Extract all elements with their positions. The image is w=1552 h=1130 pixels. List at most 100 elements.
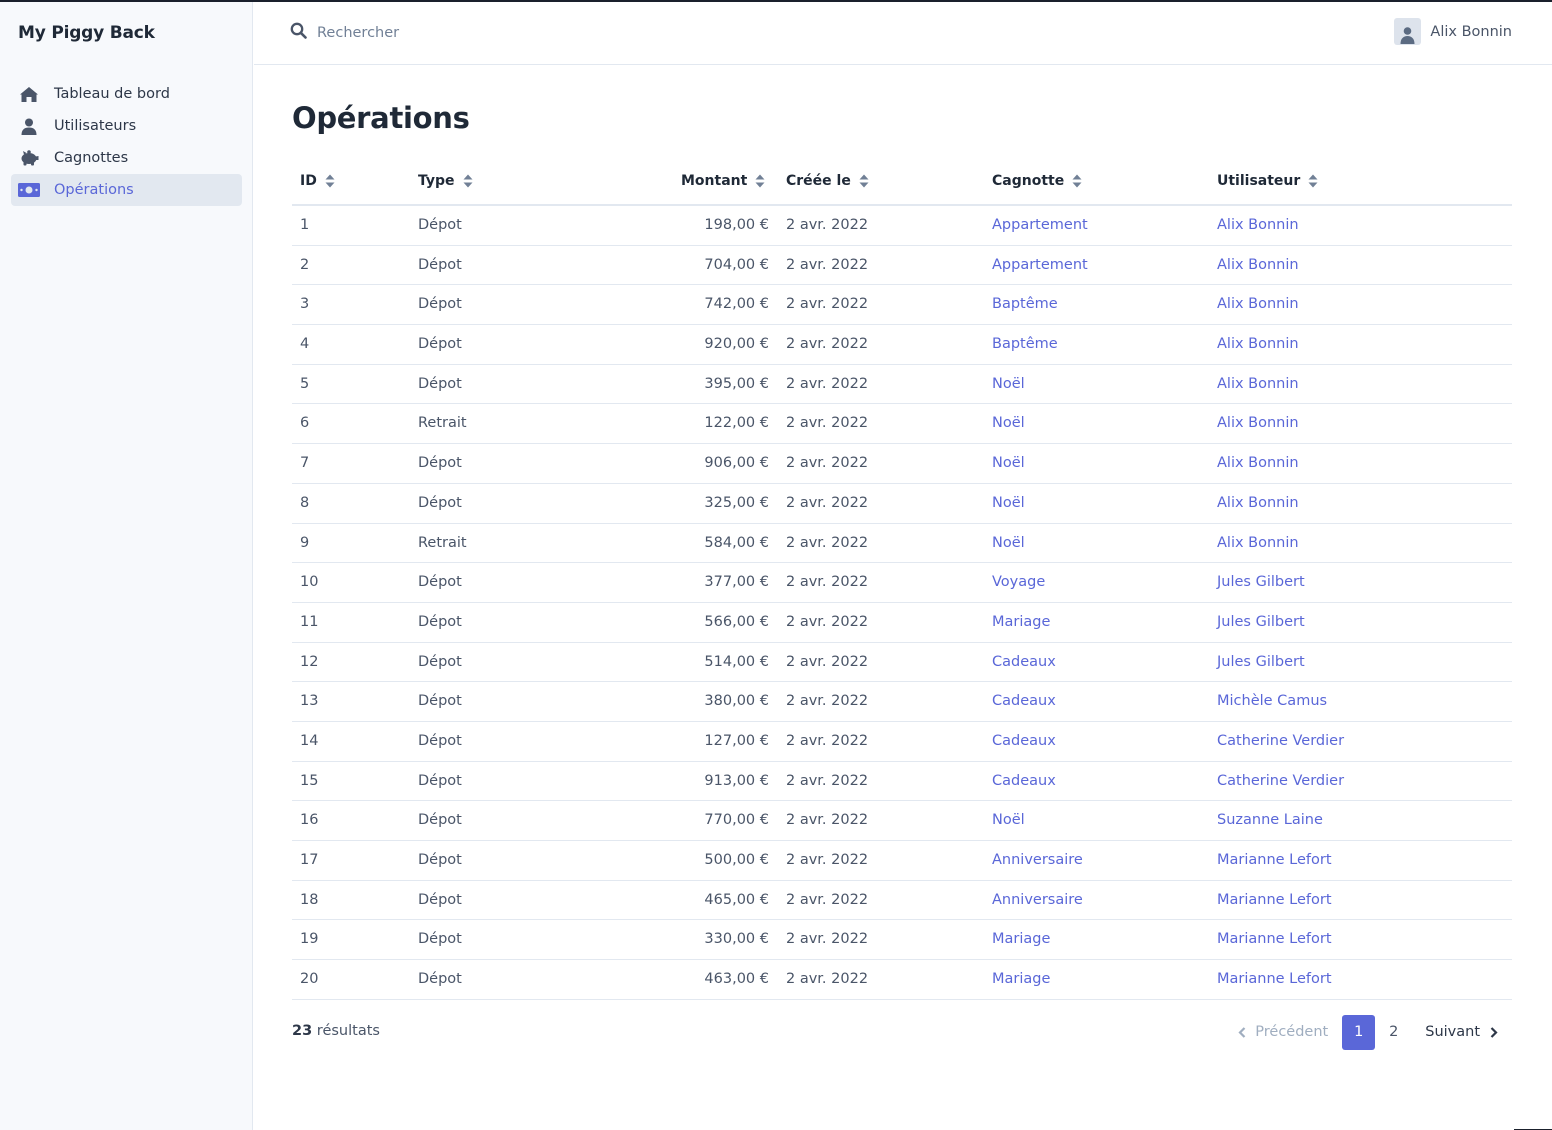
cagnotte-link[interactable]: Anniversaire bbox=[992, 852, 1083, 868]
cagnotte-link[interactable]: Noël bbox=[992, 376, 1025, 392]
previous-page-button[interactable]: Précédent bbox=[1238, 1024, 1328, 1040]
cell-created: 2 avr. 2022 bbox=[786, 217, 869, 233]
cell-type: Dépot bbox=[418, 971, 462, 988]
cell-created: 2 avr. 2022 bbox=[786, 574, 869, 591]
user-link[interactable]: Alix Bonnin bbox=[1217, 257, 1299, 273]
user-link[interactable]: Catherine Verdier bbox=[1217, 733, 1344, 749]
cell-created: 2 avr. 2022 bbox=[786, 931, 869, 948]
sidebar-item-users[interactable]: Utilisateurs bbox=[11, 110, 242, 142]
user-name: Alix Bonnin bbox=[1430, 23, 1512, 40]
table-row: 14 Dépot 127,00 € 2 avr. 2022 Cadeaux Catheri… bbox=[292, 722, 1512, 762]
user-link[interactable]: Suzanne Laine bbox=[1217, 812, 1323, 828]
cagnotte-link[interactable]: Appartement bbox=[992, 257, 1088, 273]
user-link[interactable]: Alix Bonnin bbox=[1217, 217, 1299, 233]
cagnotte-link[interactable]: Noël bbox=[992, 415, 1025, 431]
table-row: 12 Dépot 514,00 € 2 avr. 2022 Cadeaux Jules G… bbox=[292, 643, 1512, 683]
column-header-cagnotte[interactable]: Cagnotte bbox=[992, 173, 1082, 189]
table-row: 2 Dépot 704,00 € 2 avr. 2022 Appartement Alix… bbox=[292, 246, 1512, 286]
user-link[interactable]: Alix Bonnin bbox=[1217, 415, 1299, 431]
user-link[interactable]: Alix Bonnin bbox=[1217, 535, 1299, 551]
cagnotte-link[interactable]: Appartement bbox=[992, 217, 1088, 233]
column-header-id[interactable]: ID bbox=[300, 173, 335, 189]
cagnotte-link[interactable]: Cadeaux bbox=[992, 693, 1056, 709]
user-link[interactable]: Marianne Lefort bbox=[1217, 971, 1332, 987]
cell-type: Dépot bbox=[418, 852, 462, 868]
cagnotte-link[interactable]: Cadeaux bbox=[992, 654, 1056, 670]
column-header-created[interactable]: Créée le bbox=[786, 173, 869, 189]
cagnotte-link[interactable]: Mariage bbox=[992, 614, 1050, 630]
sidebar-item-label: Cagnottes bbox=[54, 150, 129, 166]
cell-type: Dépot bbox=[418, 256, 462, 273]
column-header-amount[interactable]: Montant bbox=[681, 173, 765, 189]
cagnotte-link[interactable]: Cadeaux bbox=[992, 733, 1056, 749]
user-menu[interactable]: Alix Bonnin bbox=[1394, 18, 1512, 45]
cell-id: 7 bbox=[300, 455, 310, 472]
search-icon[interactable] bbox=[290, 22, 307, 43]
user-link[interactable]: Jules Gilbert bbox=[1217, 614, 1305, 630]
cagnotte-link[interactable]: Baptême bbox=[992, 336, 1058, 352]
table-row: 15 Dépot 913,00 € 2 avr. 2022 Cadeaux Catheri… bbox=[292, 762, 1512, 802]
user-link[interactable]: Catherine Verdier bbox=[1217, 773, 1344, 789]
piggy-bank-icon bbox=[11, 150, 54, 166]
column-header-type[interactable]: Type bbox=[418, 173, 473, 189]
user-link[interactable]: Marianne Lefort bbox=[1217, 892, 1332, 908]
sort-icon bbox=[1308, 174, 1318, 188]
cell-id: 11 bbox=[300, 613, 319, 630]
column-header-label: Utilisateur bbox=[1217, 173, 1301, 189]
cagnotte-link[interactable]: Mariage bbox=[992, 971, 1050, 987]
cell-created: 2 avr. 2022 bbox=[786, 891, 869, 908]
cell-type: Dépot bbox=[418, 732, 462, 749]
sidebar-item-dashboard[interactable]: Tableau de bord bbox=[11, 78, 242, 110]
app-brand[interactable]: My Piggy Back bbox=[18, 23, 155, 43]
user-link[interactable]: Jules Gilbert bbox=[1217, 654, 1305, 670]
user-link[interactable]: Marianne Lefort bbox=[1217, 852, 1332, 868]
user-link[interactable]: Jules Gilbert bbox=[1217, 574, 1305, 590]
user-link[interactable]: Alix Bonnin bbox=[1217, 376, 1299, 392]
cell-created: 2 avr. 2022 bbox=[786, 336, 869, 353]
cagnotte-link[interactable]: Mariage bbox=[992, 931, 1050, 947]
sort-icon bbox=[463, 174, 473, 188]
cagnotte-link[interactable]: Voyage bbox=[992, 574, 1045, 590]
sidebar-item-operations[interactable]: Opérations bbox=[11, 174, 242, 206]
cagnotte-link[interactable]: Cadeaux bbox=[992, 773, 1056, 789]
next-page-button[interactable]: Suivant bbox=[1425, 1024, 1498, 1040]
cell-id: 14 bbox=[300, 732, 319, 749]
cell-type: Dépot bbox=[418, 296, 462, 313]
column-header-label: Montant bbox=[681, 173, 748, 189]
user-link[interactable]: Alix Bonnin bbox=[1217, 455, 1299, 471]
cagnotte-link[interactable]: Baptême bbox=[992, 296, 1058, 312]
cell-created: 2 avr. 2022 bbox=[786, 852, 869, 868]
cell-id: 8 bbox=[300, 494, 310, 511]
cell-created: 2 avr. 2022 bbox=[786, 455, 869, 472]
table-row: 4 Dépot 920,00 € 2 avr. 2022 Baptême Alix Bon… bbox=[292, 325, 1512, 365]
cagnotte-link[interactable]: Anniversaire bbox=[992, 892, 1083, 908]
cell-id: 16 bbox=[300, 812, 319, 829]
cell-created: 2 avr. 2022 bbox=[786, 732, 869, 749]
cagnotte-link[interactable]: Noël bbox=[992, 455, 1025, 471]
cell-id: 10 bbox=[300, 574, 319, 591]
cell-amount: 377,00 € bbox=[704, 574, 769, 591]
cell-id: 4 bbox=[300, 336, 310, 353]
table-row: 17 Dépot 500,00 € 2 avr. 2022 Anniversaire Ma… bbox=[292, 841, 1512, 881]
cagnotte-link[interactable]: Noël bbox=[992, 495, 1025, 511]
user-link[interactable]: Michèle Camus bbox=[1217, 693, 1327, 709]
column-header-label: Cagnotte bbox=[992, 173, 1065, 189]
user-link[interactable]: Alix Bonnin bbox=[1217, 495, 1299, 511]
search-input[interactable] bbox=[317, 24, 617, 41]
money-bill-icon bbox=[11, 183, 54, 197]
cagnotte-link[interactable]: Noël bbox=[992, 812, 1025, 828]
user-link[interactable]: Alix Bonnin bbox=[1217, 296, 1299, 312]
column-header-utilisateur[interactable]: Utilisateur bbox=[1217, 173, 1318, 189]
user-link[interactable]: Alix Bonnin bbox=[1217, 336, 1299, 352]
sort-icon bbox=[755, 174, 765, 188]
cell-amount: 742,00 € bbox=[704, 296, 769, 313]
cell-id: 17 bbox=[300, 852, 319, 868]
cell-type: Dépot bbox=[418, 931, 462, 948]
cell-type: Dépot bbox=[418, 653, 462, 670]
cell-created: 2 avr. 2022 bbox=[786, 653, 869, 670]
cagnotte-link[interactable]: Noël bbox=[992, 535, 1025, 551]
user-link[interactable]: Marianne Lefort bbox=[1217, 931, 1332, 947]
page-button-2[interactable]: 2 bbox=[1377, 1015, 1410, 1050]
sidebar-item-cagnottes[interactable]: Cagnottes bbox=[11, 142, 242, 174]
page-button-1[interactable]: 1 bbox=[1342, 1014, 1376, 1050]
